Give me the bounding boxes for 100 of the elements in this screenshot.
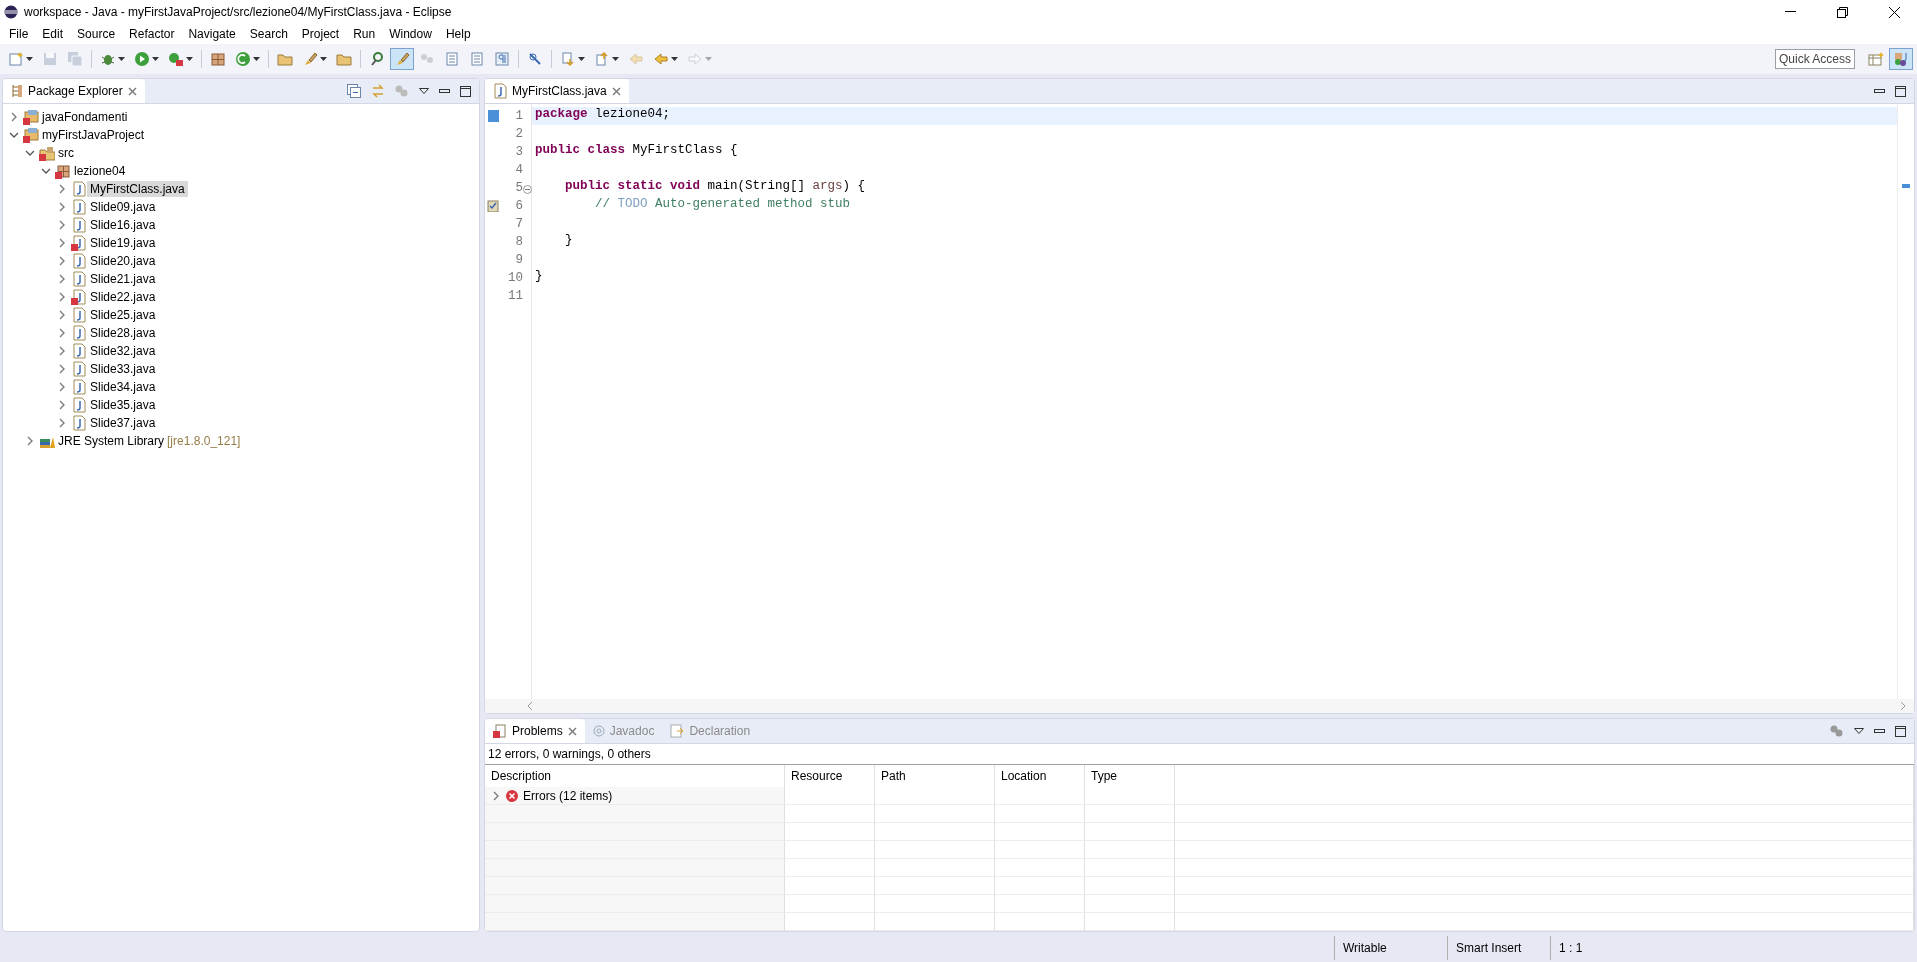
view-tab[interactable]: Problems: [485, 719, 585, 743]
minimize-icon[interactable]: [439, 88, 450, 94]
line-number: 2: [515, 127, 523, 141]
tree-item[interactable]: src: [55, 145, 77, 161]
close-icon: [1888, 6, 1900, 18]
tree-item[interactable]: Slide33.java: [87, 361, 159, 377]
eclipse-logo-icon: [4, 5, 18, 19]
scroll-left-icon[interactable]: [527, 702, 533, 710]
menu-item[interactable]: Navigate: [181, 27, 243, 41]
column-header[interactable]: Path: [875, 765, 995, 787]
menu-item[interactable]: Window: [382, 27, 439, 41]
quick-access-field[interactable]: Quick Access: [1775, 49, 1855, 69]
maximize-icon[interactable]: [1895, 725, 1906, 737]
chevron-right-icon[interactable]: [25, 436, 35, 446]
tree-item[interactable]: Slide34.java: [87, 379, 159, 395]
menu-item[interactable]: Refactor: [122, 27, 182, 41]
status-item: 1 : 1: [1550, 936, 1651, 960]
code-line: package lezione04;: [535, 107, 671, 121]
bookmark-marker-icon: [487, 110, 499, 122]
folder-icon: [336, 51, 352, 67]
maximize-icon[interactable]: [460, 85, 471, 97]
tree-item-decoration: [jre1.8.0_121]: [167, 434, 241, 448]
line-number: 10: [508, 271, 523, 285]
chevron-right-icon[interactable]: [491, 790, 501, 801]
perspective-button[interactable]: [1889, 48, 1913, 70]
caret-icon: [186, 57, 193, 61]
column-header[interactable]: Type: [1085, 765, 1175, 787]
close-icon[interactable]: [611, 86, 621, 96]
tree-item[interactable]: JRE System Library: [55, 433, 168, 449]
dots-icon[interactable]: [1830, 725, 1844, 737]
status-item: Writable: [1334, 936, 1447, 960]
pilcrow-icon: [494, 51, 510, 67]
tree-item[interactable]: Slide21.java: [87, 271, 159, 287]
view-menu-icon[interactable]: [419, 88, 429, 94]
column-header[interactable]: Resource: [785, 765, 875, 787]
scroll-right-icon[interactable]: [1900, 702, 1906, 710]
caret-icon: [152, 57, 159, 61]
next-annotation-icon: [560, 51, 576, 67]
project-icon: [23, 127, 39, 143]
view-tab[interactable]: Package Explorer: [3, 79, 145, 103]
tree-item[interactable]: MyFirstClass.java: [87, 181, 188, 197]
dots-icon[interactable]: [395, 85, 409, 97]
package-icon: [210, 51, 226, 67]
toolbar-button[interactable]: [390, 48, 414, 70]
row-label: Errors (12 items): [523, 788, 613, 803]
brush-icon: [302, 51, 318, 67]
code-line: public static void main(String[] args) {: [564, 179, 866, 193]
java-file-icon: [71, 181, 87, 197]
tree-item[interactable]: Slide32.java: [87, 343, 159, 359]
restore-icon: [1836, 6, 1848, 18]
column-header[interactable]: Location: [995, 765, 1085, 787]
folder-icon: [277, 51, 293, 67]
menu-item[interactable]: File: [2, 27, 36, 41]
caret-icon: [320, 57, 327, 61]
tree-item[interactable]: Slide09.java: [87, 199, 159, 215]
caret-icon: [671, 57, 678, 61]
menu-item[interactable]: Source: [70, 27, 123, 41]
package-explorer-icon: [11, 84, 23, 98]
run-tool-icon: [168, 51, 184, 67]
tree-item[interactable]: Slide20.java: [87, 253, 159, 269]
close-icon[interactable]: [567, 726, 577, 736]
menu-item[interactable]: Run: [346, 27, 383, 41]
tree-item[interactable]: Slide28.java: [87, 325, 159, 341]
editor-tab[interactable]: MyFirstClass.java: [485, 79, 629, 103]
fold-icon[interactable]: [523, 185, 532, 194]
tree-item[interactable]: Slide16.java: [87, 217, 159, 233]
tree-item[interactable]: myFirstJavaProject: [39, 127, 148, 143]
tree-item[interactable]: Slide35.java: [87, 397, 159, 413]
maximize-icon[interactable]: [1895, 85, 1906, 97]
forward-arrow-icon: [687, 51, 703, 67]
menu-item[interactable]: Help: [438, 27, 478, 41]
caret-icon: [612, 57, 619, 61]
tree-item[interactable]: Slide22.java: [87, 289, 159, 305]
minimize-icon[interactable]: [1874, 728, 1885, 734]
minimize-icon[interactable]: [1874, 88, 1885, 94]
menu-item[interactable]: Project: [294, 27, 347, 41]
line-number: 8: [515, 235, 523, 249]
document-icon: [444, 51, 460, 67]
code-line: // TODO Auto-generated method stub: [594, 197, 851, 211]
chevron-right-icon[interactable]: [9, 112, 19, 122]
tree-item[interactable]: Slide37.java: [87, 415, 159, 431]
tree-item[interactable]: lezione04: [71, 163, 129, 179]
view-menu-icon[interactable]: [1854, 728, 1864, 734]
minimize-icon: [1784, 11, 1796, 13]
code-line: public class MyFirstClass {: [535, 143, 738, 157]
caret-icon: [578, 57, 585, 61]
tree-item[interactable]: javaFondamenti: [39, 109, 131, 125]
task-marker-icon: [487, 200, 499, 212]
close-icon[interactable]: [127, 86, 137, 96]
java-file-icon: [71, 235, 87, 251]
tree-item[interactable]: Slide25.java: [87, 307, 159, 323]
java-file-icon: [71, 217, 87, 233]
open-perspective-icon: [1868, 51, 1884, 67]
menu-item[interactable]: Search: [242, 27, 295, 41]
tree-item[interactable]: Slide19.java: [87, 235, 159, 251]
menu-item[interactable]: Edit: [35, 27, 71, 41]
collapse-all-icon[interactable]: [347, 84, 361, 98]
java-file-icon: [71, 307, 87, 323]
java-file-icon: [71, 379, 87, 395]
java-file-icon: [71, 325, 87, 341]
